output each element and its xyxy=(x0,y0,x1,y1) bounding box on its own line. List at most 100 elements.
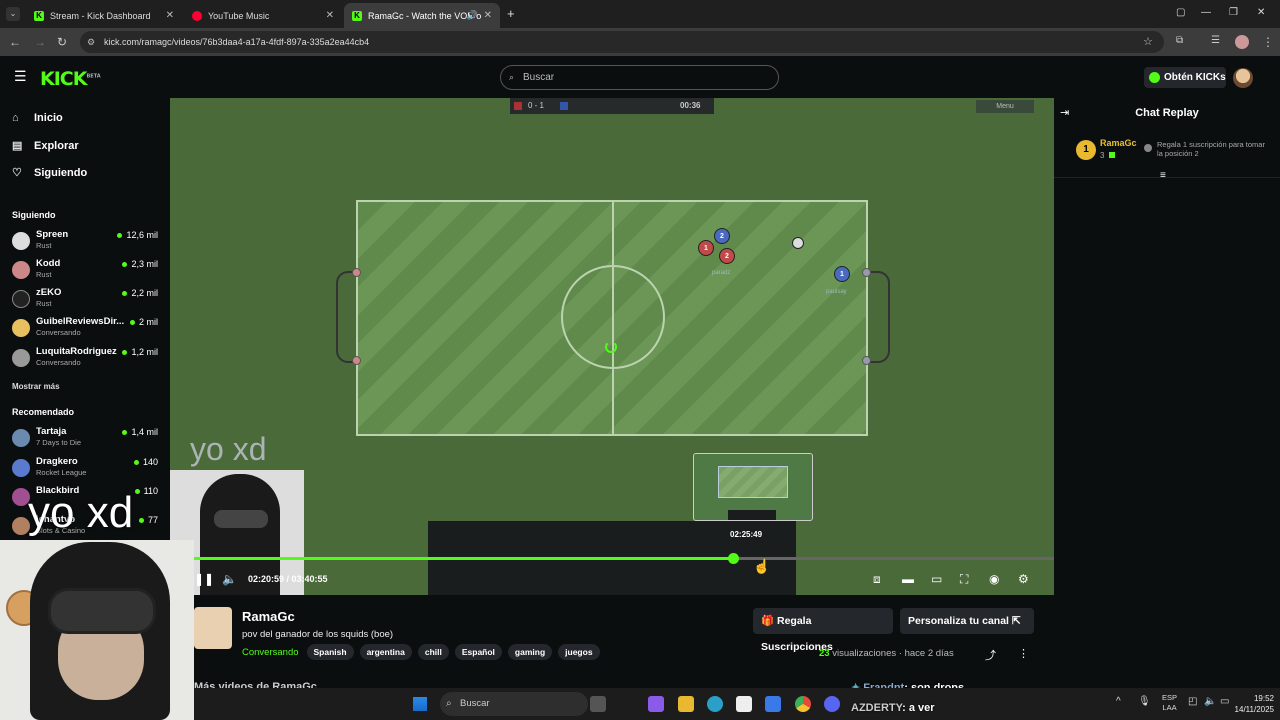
extensions-icon[interactable]: ⧉ xyxy=(1176,35,1183,46)
tab-kick-dashboard[interactable]: K Stream - Kick Dashboard ✕ xyxy=(26,3,182,28)
media-controls-icon[interactable]: ☰ xyxy=(1211,35,1220,46)
progress-knob[interactable] xyxy=(728,553,739,564)
sidebar-channel-tartaja[interactable]: Tartaja 7 Days to Die 1,4 mil xyxy=(12,426,162,452)
task-view-icon[interactable] xyxy=(590,696,606,712)
tag-chip[interactable]: argentina xyxy=(359,644,412,660)
kick-logo[interactable]: KICKBETA xyxy=(40,68,101,90)
site-info-icon[interactable]: ⚙ xyxy=(87,31,95,53)
sidebar-channel-dragkero[interactable]: Dragkero Rocket League 140 xyxy=(12,456,162,482)
volume-tray-icon[interactable]: 🔈 xyxy=(1204,696,1216,707)
live-dot-icon xyxy=(122,429,128,435)
tab-youtube-music[interactable]: YouTube Music ✕ xyxy=(184,3,342,28)
avatar xyxy=(12,429,30,447)
mail-icon[interactable] xyxy=(765,696,781,712)
tray-chevron-icon[interactable]: ^ xyxy=(1116,696,1121,707)
browse-icon: ▤ xyxy=(12,140,23,152)
chat-panel: ⇥ Chat Replay 1 RamaGc 3 Regala 1 suscri… xyxy=(1054,98,1280,698)
avatar xyxy=(12,290,30,308)
theater-mode-icon[interactable]: ▭ xyxy=(931,572,942,586)
url-input[interactable]: ⚙ kick.com/ramagc/videos/76b3daa4-a17a-4… xyxy=(80,31,1164,53)
channel-avatar[interactable] xyxy=(194,607,232,649)
sidebar-channel-luquita[interactable]: LuquitaRodriguez Conversando 1,2 mil xyxy=(12,346,162,372)
tab-ramagc-vod[interactable]: K RamaGc - Watch the VOD o 🔊 ✕ xyxy=(344,3,500,28)
fullscreen-icon[interactable]: ⛶ xyxy=(960,572,968,587)
sidebar-channel-spreen[interactable]: Spreen Rust 12,6 mil xyxy=(12,229,162,255)
gift-subscriptions-button[interactable]: 🎁 Regala Suscripciones xyxy=(753,608,893,653)
close-window-button[interactable]: ✕ xyxy=(1257,7,1265,18)
chrome-icon[interactable] xyxy=(795,696,811,712)
close-tab-icon[interactable]: ✕ xyxy=(484,10,492,21)
settings-gear-icon[interactable]: ⚙ xyxy=(1018,572,1029,586)
network-icon[interactable]: ◰ xyxy=(1188,696,1197,707)
live-dot-icon xyxy=(122,290,128,296)
sidebar: ⌂ Inicio ▤ Explorar ♡ Siguiendo Siguiendo S… xyxy=(0,98,170,540)
sidebar-channel-guibel[interactable]: GuibelReviewsDir... Conversando 2 mil xyxy=(12,316,162,342)
gifter-name[interactable]: RamaGc xyxy=(1100,138,1137,148)
playback-speed-icon[interactable]: ◉ xyxy=(989,572,999,586)
clip-icon[interactable]: ▬ xyxy=(902,572,914,586)
search-input[interactable]: ⌕ Buscar xyxy=(500,65,779,90)
tag-chip[interactable]: Spanish xyxy=(306,644,354,660)
customize-channel-button[interactable]: Personaliza tu canal ⇱ xyxy=(900,608,1034,634)
browser-tab-bar: ⌄ K Stream - Kick Dashboard ✕ YouTube Mu… xyxy=(0,0,1280,28)
bookmark-star-icon[interactable]: ☆ xyxy=(1143,35,1153,48)
stream-chat-message: AZDERTY: a ver xyxy=(851,702,935,714)
pause-button[interactable]: ❚❚ xyxy=(194,572,214,586)
progress-fill xyxy=(194,557,733,560)
profile-avatar[interactable] xyxy=(1235,35,1249,49)
tag-chip[interactable]: chill xyxy=(417,644,449,660)
chat-filter-icon[interactable]: ≡ xyxy=(1160,170,1166,181)
sidebar-channel-zeko[interactable]: zEKO Rust 2,2 mil xyxy=(12,287,162,313)
window-tabs-icon[interactable]: ▢ xyxy=(1176,7,1185,18)
show-more-link[interactable]: Mostrar más xyxy=(12,382,60,391)
store-icon[interactable] xyxy=(736,696,752,712)
more-options-icon[interactable]: ⋮ xyxy=(1018,647,1029,660)
audio-playing-icon[interactable]: 🔊 xyxy=(467,10,478,21)
stream-overlay-text: yo xd xyxy=(190,431,267,467)
forward-button[interactable]: → xyxy=(34,35,46,49)
volume-icon[interactable]: 🔈 xyxy=(222,572,237,586)
video-time: 02:20:59 / 03:40:55 xyxy=(248,574,328,584)
nav-inicio[interactable]: ⌂ Inicio xyxy=(12,112,63,124)
close-tab-icon[interactable]: ✕ xyxy=(326,10,334,21)
tag-chip[interactable]: juegos xyxy=(558,644,600,660)
soccer-field xyxy=(356,200,868,436)
nav-siguiendo[interactable]: ♡ Siguiendo xyxy=(12,166,87,180)
clock[interactable]: 19:52 14/11/2025 xyxy=(1226,693,1274,715)
tab-search-icon[interactable]: ⌄ xyxy=(6,7,20,21)
avatar xyxy=(12,261,30,279)
miniplayer-icon[interactable]: ⧈ xyxy=(873,572,881,587)
file-explorer-icon[interactable] xyxy=(678,696,694,712)
channel-name[interactable]: RamaGc xyxy=(242,609,295,624)
get-kicks-button[interactable]: Obtén KICKs xyxy=(1144,67,1226,88)
minimize-button[interactable]: — xyxy=(1201,7,1211,18)
reload-button[interactable]: ↻ xyxy=(57,35,67,49)
browser-menu-icon[interactable]: ⋮ xyxy=(1262,35,1274,49)
gift-leaderboard: 1 RamaGc 3 Regala 1 suscripción para tom… xyxy=(1054,132,1280,178)
tag-chip[interactable]: gaming xyxy=(507,644,553,660)
windows-taskbar: ⌕ Buscar ^ 🎙 ESP LAA ◰ 🔈 ▭ 19:52 14/11/2025 xyxy=(194,688,1280,720)
video-info: RamaGc pov del ganador de los squids (bo… xyxy=(194,595,1054,693)
sidebar-channel-kodd[interactable]: Kodd Rust 2,3 mil xyxy=(12,258,162,284)
app-icon[interactable] xyxy=(648,696,664,712)
tag-chip[interactable]: Español xyxy=(454,644,502,660)
user-avatar[interactable] xyxy=(1233,68,1253,88)
share-icon[interactable]: ⤴ xyxy=(985,647,996,663)
preview-bottom-bar xyxy=(728,510,776,520)
hamburger-menu-icon[interactable]: ☰ xyxy=(14,68,27,85)
close-tab-icon[interactable]: ✕ xyxy=(166,10,174,21)
video-player[interactable]: 0 - 1 00:36 Menu 2 1 2 1 paradz paulsay … xyxy=(170,98,1054,595)
discord-icon[interactable] xyxy=(824,696,840,712)
kick-favicon-icon: K xyxy=(352,10,362,21)
back-button[interactable]: ← xyxy=(9,35,21,49)
category-link[interactable]: Conversando xyxy=(242,647,299,658)
microphone-icon[interactable]: 🎙 xyxy=(1138,696,1151,707)
edge-icon[interactable] xyxy=(707,696,723,712)
taskbar-search-input[interactable]: ⌕ Buscar xyxy=(440,692,588,716)
nav-explorar[interactable]: ▤ Explorar xyxy=(12,139,79,153)
language-indicator[interactable]: ESP LAA xyxy=(1162,693,1177,713)
maximize-button[interactable]: ❐ xyxy=(1229,7,1238,18)
search-icon: ⌕ xyxy=(446,698,452,709)
new-tab-button[interactable]: + xyxy=(507,6,515,21)
windows-start-icon[interactable] xyxy=(412,696,428,712)
